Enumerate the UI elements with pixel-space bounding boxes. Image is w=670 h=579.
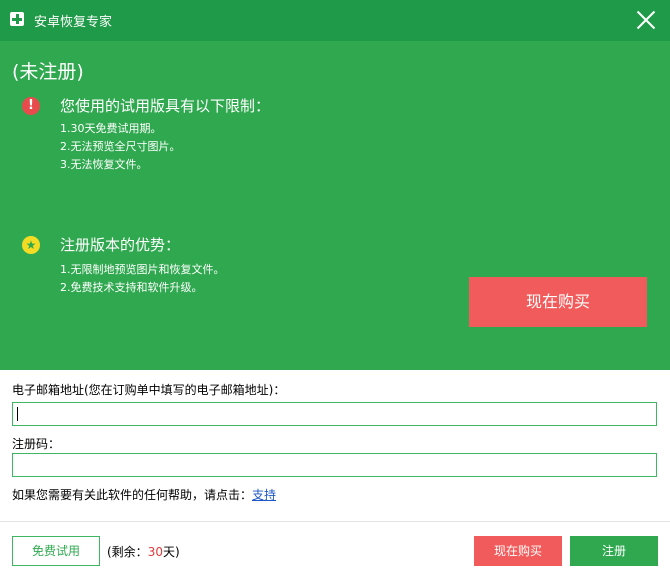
email-field[interactable]	[12, 402, 657, 426]
help-prompt: 如果您需要有关此软件的任何帮助，请点击：	[12, 488, 253, 502]
list-item: 1.无限制地预览图片和恢复文件。	[60, 263, 225, 276]
buy-now-button[interactable]: 现在购买	[474, 536, 562, 566]
app-logo-icon	[10, 12, 24, 26]
list-item: 1.30天免费试用期。	[60, 122, 162, 135]
remaining-suffix: 天)	[162, 545, 180, 559]
warning-icon	[22, 97, 40, 115]
benefits-heading: 注册版本的优势：	[60, 236, 181, 254]
registration-status: (未注册)	[12, 61, 84, 83]
star-icon	[22, 236, 40, 254]
remaining-days-text: (剩余：30天)	[107, 543, 180, 560]
info-panel: (未注册) 您使用的试用版具有以下限制： 1.30天免费试用期。 2.无法预览全…	[0, 41, 670, 370]
text-caret	[17, 407, 18, 421]
window-title: 安卓恢复专家	[34, 15, 113, 30]
buy-now-large-button[interactable]: 现在购买	[469, 277, 647, 327]
trial-limits-list: 1.30天免费试用期。 2.无法预览全尺寸图片。 3.无法恢复文件。	[60, 120, 181, 174]
free-trial-button[interactable]: 免费试用	[12, 536, 100, 566]
benefits-list: 1.无限制地预览图片和恢复文件。 2.免费技术支持和软件升级。	[60, 261, 225, 297]
trial-limits-heading: 您使用的试用版具有以下限制：	[60, 97, 271, 115]
title-bar: 安卓恢复专家	[0, 0, 670, 41]
registration-code-label: 注册码：	[12, 437, 61, 451]
register-button[interactable]: 注册	[570, 536, 658, 566]
close-icon[interactable]	[634, 8, 658, 32]
list-item: 3.无法恢复文件。	[60, 158, 148, 171]
list-item: 2.免费技术支持和软件升级。	[60, 281, 203, 294]
footer-divider	[0, 521, 670, 522]
registration-code-field[interactable]	[12, 453, 657, 477]
support-link[interactable]: 支持	[252, 488, 276, 502]
help-text: 如果您需要有关此软件的任何帮助，请点击：支持	[12, 486, 276, 503]
remaining-days-count: 30	[147, 545, 163, 559]
remaining-prefix: (剩余：	[107, 545, 148, 559]
list-item: 2.无法预览全尺寸图片。	[60, 140, 181, 153]
email-label: 电子邮箱地址(您在订购单中填写的电子邮箱地址)：	[12, 383, 286, 397]
